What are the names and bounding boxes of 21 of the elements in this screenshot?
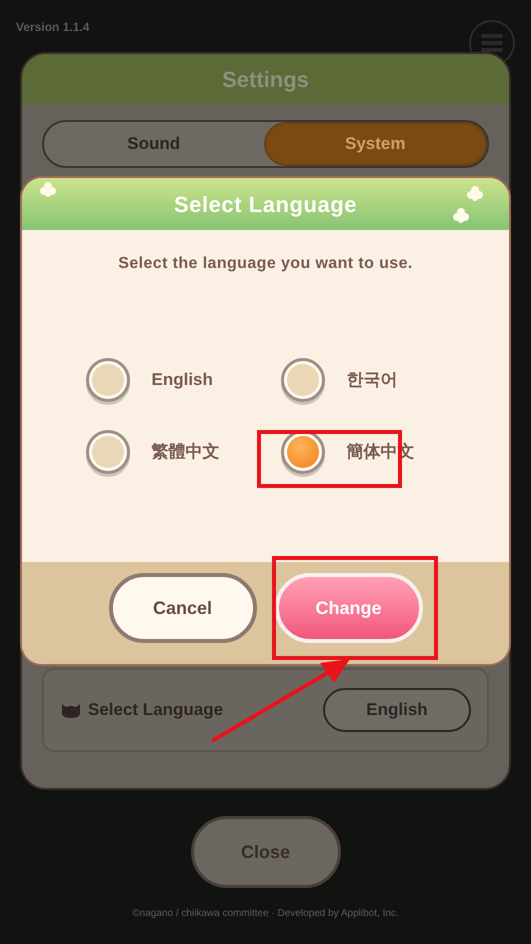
tab[interactable]: Sound	[44, 122, 264, 166]
flower-icon	[467, 186, 483, 202]
version-label: Version 1.1.4	[16, 19, 90, 36]
copyright-text: ©nagano / chiikawa committee · Developed by Applibot, Inc.	[132, 907, 399, 921]
radio-button[interactable]	[86, 430, 130, 474]
cat-face-icon	[60, 701, 82, 719]
dialog-title: Select Language	[174, 190, 358, 219]
tab[interactable]: System	[264, 122, 487, 166]
language-option[interactable]: English	[152, 367, 213, 393]
language-button[interactable]: English	[323, 688, 471, 732]
dialog-prompt: Select the language you want to use.	[118, 254, 413, 274]
panel-title: Settings	[222, 66, 309, 94]
flower-icon	[453, 208, 469, 224]
flower-icon	[40, 182, 56, 198]
menu-icon	[481, 34, 503, 52]
radio-button[interactable]	[86, 358, 130, 402]
language-option[interactable]: 한국어	[346, 367, 398, 393]
language-option[interactable]: 繁體中文	[152, 439, 220, 465]
language-label: Select Language	[88, 699, 224, 722]
radio-button[interactable]	[280, 358, 324, 402]
cancel-button[interactable]: Cancel	[108, 573, 256, 643]
